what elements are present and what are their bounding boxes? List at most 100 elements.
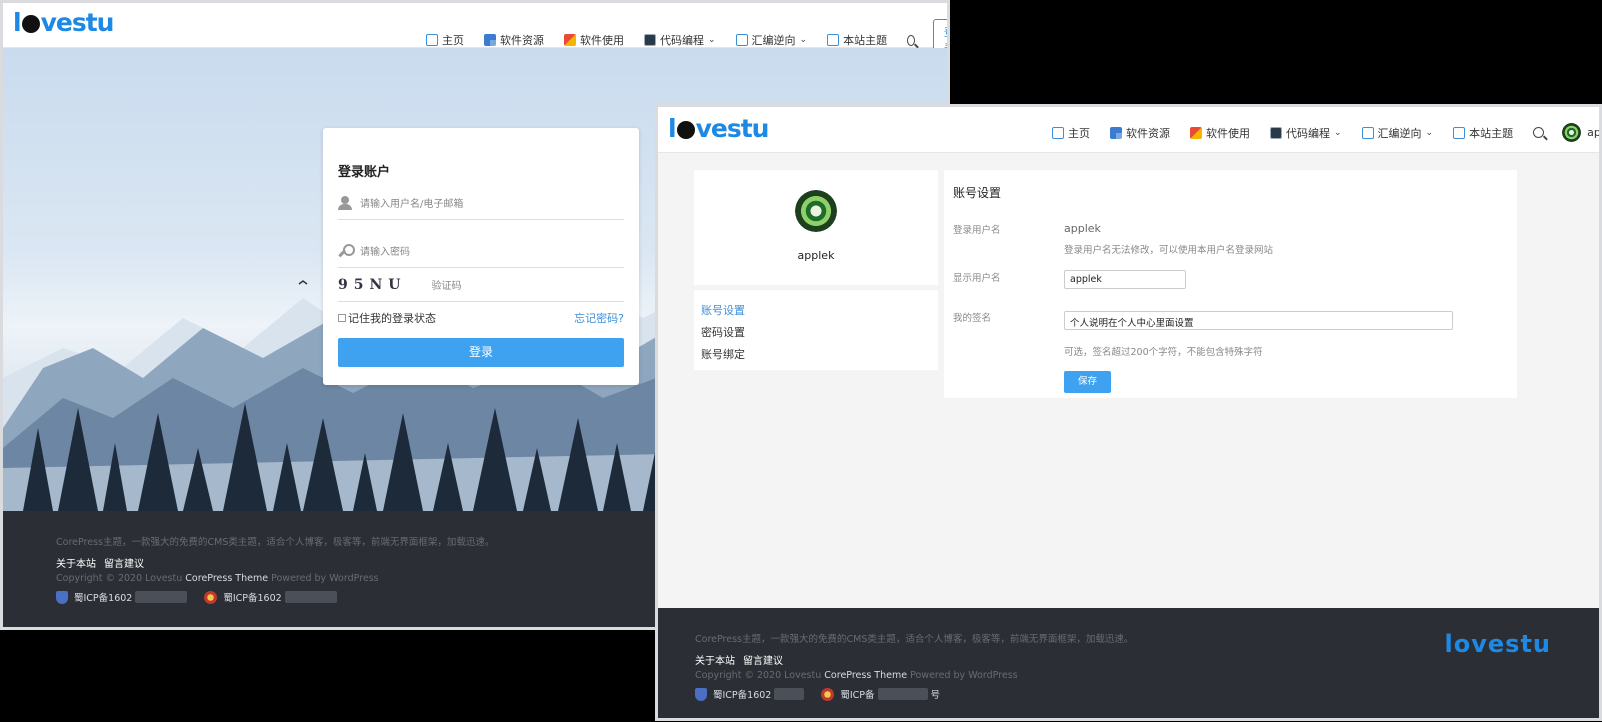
- about-link[interactable]: 关于本站: [695, 656, 735, 667]
- settings-window: lvestu 主页 软件资源 软件使用 代码编程⌄ 汇编逆向⌄ 本站主题 app…: [655, 104, 1602, 721]
- copyright: Copyright © 2020 Lovestu CorePress Theme…: [56, 573, 379, 584]
- username-field[interactable]: 请输入用户名/电子邮箱: [338, 186, 624, 220]
- chevron-down-icon: ⌄: [708, 35, 716, 45]
- redacted-block: [135, 591, 188, 603]
- menu-account-settings[interactable]: 账号设置: [701, 302, 745, 318]
- signature-label: 我的签名: [953, 313, 992, 324]
- icp-row: 蜀ICP备1602 蜀ICP备号: [695, 687, 940, 701]
- police-badge-icon: [204, 590, 218, 604]
- nav-menu: 主页 软件资源 软件使用 代码编程⌄ 汇编逆向⌄ 本站主题 applek⌄: [1052, 123, 1599, 142]
- login-name-hint: 登录用户名无法修改，可以使用本用户名登录网站: [1064, 245, 1274, 256]
- redacted-block: [877, 688, 928, 700]
- top-nav: lvestu 主页 软件资源 软件使用 代码编程⌄ 汇编逆向⌄ 本站主题 app…: [658, 107, 1599, 153]
- captcha-image[interactable]: 95NU: [338, 277, 407, 293]
- nav-item-code[interactable]: 代码编程 ⌄: [644, 32, 716, 48]
- password-input[interactable]: 请输入密码: [360, 243, 410, 258]
- icp-link[interactable]: 蜀ICP备1602: [74, 590, 132, 604]
- police-badge-icon: [821, 687, 835, 701]
- checkbox-icon[interactable]: [338, 314, 346, 322]
- nav-item-reverse[interactable]: 汇编逆向 ⌄: [1361, 125, 1434, 141]
- feedback-link[interactable]: 留言建议: [104, 559, 144, 570]
- user-menu[interactable]: applek⌄: [1562, 123, 1599, 142]
- home-icon: [1052, 126, 1064, 139]
- icp-shield-icon: [695, 687, 707, 701]
- nav-item-code[interactable]: 代码编程 ⌄: [1270, 125, 1342, 141]
- feedback-link[interactable]: 留言建议: [743, 656, 783, 667]
- display-name-input[interactable]: applek: [1064, 270, 1186, 289]
- theme-icon: [1453, 126, 1466, 139]
- forgot-password-link[interactable]: 忘记密码?: [574, 310, 624, 326]
- software-icon: [1110, 126, 1122, 139]
- form-title: 登录账户: [338, 165, 391, 180]
- profile-name: applek: [797, 249, 835, 262]
- remember-row: 记住我的登录状态 忘记密码?: [338, 310, 624, 326]
- username-input[interactable]: 请输入用户名/电子邮箱: [360, 195, 463, 210]
- captcha-input[interactable]: 验证码: [432, 277, 462, 292]
- menu-password-settings[interactable]: 密码设置: [701, 324, 745, 340]
- nav-item-apps[interactable]: 软件使用: [1190, 125, 1250, 141]
- site-logo[interactable]: l vestu: [668, 114, 769, 143]
- nav-item-home[interactable]: 主页: [426, 32, 464, 48]
- account-settings-panel: 账号设置 登录用户名 applek 登录用户名无法修改，可以使用本用户名登录网站…: [944, 170, 1517, 398]
- signature-input[interactable]: 个人说明在个人中心里面设置: [1064, 311, 1453, 330]
- profile-card: applek: [694, 170, 938, 285]
- submit-button[interactable]: 登录: [338, 338, 624, 367]
- profile-avatar: [795, 190, 837, 232]
- login-name-value: applek: [1064, 222, 1101, 235]
- password-field[interactable]: 请输入密码: [338, 234, 624, 268]
- login-name-label: 登录用户名: [953, 225, 1001, 236]
- nav-item-apps[interactable]: 软件使用: [564, 32, 624, 48]
- code-icon: [1270, 126, 1282, 139]
- apps-icon: [1190, 126, 1202, 139]
- shield-icon: [1361, 126, 1374, 139]
- footer-description: CorePress主题，一款强大的免费的CMS类主题，适合个人博客，极客等，前端…: [56, 537, 495, 548]
- about-link[interactable]: 关于本站: [56, 559, 96, 570]
- icp-row: 蜀ICP备1602 蜀ICP备1602: [56, 590, 340, 604]
- signature-hint: 可选，签名超过200个字符，不能包含特殊字符: [1064, 347, 1263, 358]
- nav-item-software[interactable]: 软件资源: [1110, 125, 1170, 141]
- chevron-down-icon: ⌄: [799, 35, 808, 45]
- theme-icon: [827, 34, 840, 46]
- login-form: 登录账户 请输入用户名/电子邮箱 请输入密码 95NU 验证码 记住我的登录状态…: [323, 128, 639, 385]
- footer-description: CorePress主题，一款强大的免费的CMS类主题，适合个人博客，极客等，前端…: [695, 634, 1134, 645]
- nav-item-theme[interactable]: 本站主题: [827, 32, 887, 48]
- icp-shield-icon: [56, 590, 68, 604]
- copyright: Copyright © 2020 Lovestu CorePress Theme…: [695, 670, 1018, 681]
- display-name-label: 显示用户名: [953, 273, 1001, 284]
- top-nav: lvestu 主页 软件资源 软件使用 代码编程⌄ 汇编逆向⌄ 本站主题 登录: [3, 3, 947, 61]
- menu-account-binding[interactable]: 账号绑定: [701, 346, 745, 362]
- nav-item-reverse[interactable]: 汇编逆向 ⌄: [735, 32, 808, 48]
- shield-icon: [735, 34, 748, 46]
- user-icon: [338, 195, 352, 210]
- remember-checkbox[interactable]: 记住我的登录状态: [338, 310, 436, 326]
- home-icon: [426, 34, 438, 46]
- nav-item-theme[interactable]: 本站主题: [1453, 125, 1513, 141]
- footer-links: 关于本站 留言建议: [56, 555, 152, 570]
- save-button[interactable]: 保存: [1064, 371, 1111, 393]
- footer-logo: lovestu: [1444, 630, 1551, 658]
- software-icon: [484, 34, 496, 46]
- redacted-block: [284, 591, 337, 603]
- police-icp-link[interactable]: 蜀ICP备: [840, 687, 874, 701]
- footer-links: 关于本站 留言建议: [695, 652, 791, 667]
- nav-item-software[interactable]: 软件资源: [484, 32, 544, 48]
- theme-link[interactable]: CorePress Theme: [824, 670, 907, 681]
- search-icon[interactable]: [1533, 127, 1545, 138]
- panel-title: 账号设置: [953, 186, 1002, 200]
- theme-link[interactable]: CorePress Theme: [185, 573, 268, 584]
- apps-icon: [564, 34, 576, 46]
- key-icon: [338, 243, 355, 258]
- site-logo[interactable]: l vestu: [13, 8, 114, 37]
- nav-item-home[interactable]: 主页: [1052, 125, 1090, 141]
- code-icon: [644, 34, 656, 46]
- search-icon[interactable]: [907, 34, 915, 46]
- settings-menu: 账号设置 密码设置 账号绑定: [694, 290, 938, 370]
- redacted-block: [774, 688, 805, 700]
- police-icp-link[interactable]: 蜀ICP备1602: [223, 590, 281, 604]
- captcha-field[interactable]: 95NU 验证码: [338, 268, 624, 302]
- chevron-down-icon: ⌄: [1425, 127, 1434, 138]
- icp-link[interactable]: 蜀ICP备1602: [713, 687, 771, 701]
- footer: CorePress主题，一款强大的免费的CMS类主题，适合个人博客，极客等，前端…: [658, 608, 1599, 718]
- chevron-down-icon: ⌄: [1334, 127, 1342, 138]
- avatar: [1562, 123, 1582, 142]
